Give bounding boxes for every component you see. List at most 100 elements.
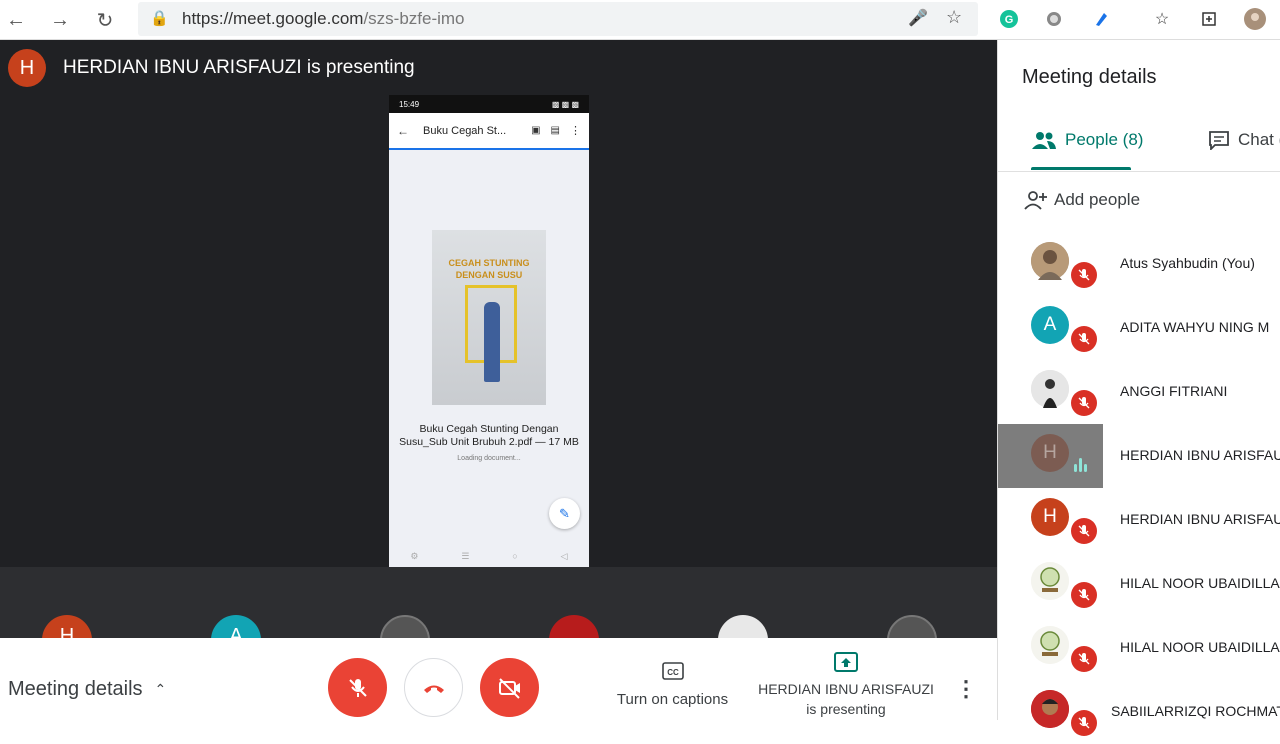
filmstrip-tile[interactable]	[549, 615, 599, 638]
filmstrip-tile[interactable]	[887, 615, 937, 638]
participant-row[interactable]: ANGGI FITRIANI	[998, 360, 1280, 424]
url-host: https://meet.google.com	[182, 9, 364, 28]
participant-row[interactable]: HILAL NOOR UBAIDILLAH	[998, 552, 1280, 616]
phone-comment-icon: ▣	[531, 125, 541, 136]
participant-name: ADITA WAHYU NING M	[1120, 319, 1270, 335]
add-people-label: Add people	[1054, 190, 1141, 209]
camera-off-icon	[498, 677, 520, 699]
participant-name: Atus Syahbudin (You)	[1120, 255, 1255, 271]
mic-muted-icon	[1071, 518, 1097, 544]
participant-row[interactable]: HILAL NOOR UBAIDILLAH	[998, 616, 1280, 680]
participant-avatar: A	[1031, 306, 1069, 344]
participant-name: HERDIAN IBNU ARISFAUZI	[1120, 511, 1280, 527]
participant-avatar	[1031, 562, 1069, 600]
phone-nav-home-icon: ○	[512, 551, 518, 561]
participant-avatar	[1031, 242, 1069, 280]
presenter-text: HERDIAN IBNU ARISFAUZI is presenting	[63, 57, 415, 78]
camera-toggle-button[interactable]	[480, 658, 539, 717]
mic-muted-icon	[1071, 326, 1097, 352]
lock-icon: 🔒	[150, 10, 169, 27]
captions-button[interactable]: CC Turn on captions	[610, 662, 735, 708]
file-name: Buku Cegah Stunting Dengan Susu_Sub Unit…	[399, 423, 579, 448]
extension-icon[interactable]	[1043, 8, 1065, 30]
mic-muted-icon	[1071, 262, 1097, 288]
person-add-icon	[1024, 191, 1047, 210]
presenting-label-1: HERDIAN IBNU ARISFAUZI	[758, 681, 934, 697]
presenting-button[interactable]: HERDIAN IBNU ARISFAUZI is presenting	[758, 652, 934, 719]
filmstrip-tile[interactable]: H	[42, 615, 92, 638]
reload-icon[interactable]: ↻	[91, 6, 119, 34]
panel-divider	[998, 171, 1280, 172]
favorites-icon[interactable]: ☆	[1151, 8, 1173, 30]
participant-avatar: H	[1031, 498, 1069, 536]
chat-icon	[1209, 131, 1229, 150]
participant-avatar	[1031, 370, 1069, 408]
captions-icon: CC	[661, 662, 684, 680]
tab-people-indicator	[1031, 167, 1131, 170]
filmstrip-tile[interactable]	[380, 615, 430, 638]
add-people-button[interactable]: Add people	[1024, 190, 1140, 210]
phone-status-icons: ▩ ▩ ▩	[551, 99, 579, 109]
participant-row[interactable]: Atus Syahbudin (You)	[998, 232, 1280, 296]
back-icon[interactable]: ←	[2, 6, 30, 34]
book-title-line2: DENGAN SUSU	[455, 270, 523, 280]
leave-call-button[interactable]	[404, 658, 463, 717]
phone-time: 15:49	[399, 99, 420, 109]
address-bar[interactable]: 🔒 https://meet.google.com/szs-bzfe-imo 🎤…	[138, 2, 978, 36]
panel-title: Meeting details	[1022, 66, 1157, 88]
meeting-details-button[interactable]: Meeting details ⌃	[8, 678, 166, 701]
svg-text:CC: CC	[667, 668, 679, 677]
phone-nav-bar: ⚙ ☰ ○ ◁	[389, 545, 589, 567]
participant-avatar	[1031, 626, 1069, 664]
pen-extension-icon[interactable]	[1090, 8, 1112, 30]
phone-title: Buku Cegah St...	[423, 124, 507, 137]
loading-text: Loading document...	[457, 455, 521, 462]
mic-icon[interactable]: 🎤	[908, 8, 928, 28]
star-icon[interactable]: ☆	[946, 7, 962, 28]
url-path: /szs-bzfe-imo	[363, 9, 465, 28]
filmstrip-tile[interactable]: A	[211, 615, 261, 638]
phone-doc-icon: ▤	[550, 125, 560, 136]
participant-row[interactable]: A ADITA WAHYU NING M	[998, 296, 1280, 360]
participant-name: SABIILARRIZQI ROCHMATU	[1111, 703, 1280, 719]
participant-list: Atus Syahbudin (You) A ADITA WAHYU NING …	[998, 232, 1280, 744]
participant-name: HILAL NOOR UBAIDILLAH	[1120, 639, 1280, 655]
phone-nav-settings-icon: ⚙	[410, 550, 419, 561]
collections-icon[interactable]	[1198, 8, 1220, 30]
phone-back-icon: ←	[397, 123, 409, 138]
bottom-control-bar: Meeting details ⌃ CC Turn on captions HE…	[0, 638, 997, 720]
meeting-details-label: Meeting details	[8, 678, 143, 700]
mic-muted-icon	[1071, 710, 1097, 736]
mic-toggle-button[interactable]	[328, 658, 387, 717]
participant-row[interactable]: SABIILARRIZQI ROCHMATU	[998, 680, 1280, 744]
filmstrip-tile[interactable]	[718, 615, 768, 638]
phone-nav-back-icon: ◁	[560, 550, 568, 561]
grammarly-icon[interactable]: G	[998, 8, 1020, 30]
phone-status-bar: 15:49 ▩ ▩ ▩	[389, 95, 589, 113]
meeting-details-panel: Meeting details People (8) Chat ( Add pe…	[997, 40, 1280, 736]
shared-screen: 15:49 ▩ ▩ ▩ ← Buku Cegah St... ▣ ▤ ⋮ CEG…	[389, 95, 589, 567]
tab-chat[interactable]: Chat (	[1208, 130, 1280, 150]
speaking-indicator-icon	[1074, 458, 1087, 472]
book-title-line1: CEGAH STUNTING	[448, 258, 530, 268]
participant-row[interactable]: H HERDIAN IBNU ARISFAUZI	[998, 488, 1280, 552]
participant-row-active[interactable]: H HERDIAN IBNU ARISFAUZI	[998, 424, 1280, 488]
participant-filmstrip: H A	[0, 567, 997, 638]
profile-avatar[interactable]	[1244, 8, 1266, 30]
url-text: https://meet.google.com/szs-bzfe-imo	[182, 9, 465, 29]
participant-name: ANGGI FITRIANI	[1120, 383, 1228, 399]
phone-more-icon: ⋮	[570, 125, 581, 137]
book-child-figure	[484, 302, 500, 382]
mic-muted-icon	[1071, 390, 1097, 416]
mic-muted-icon	[1071, 582, 1097, 608]
tab-chat-label: Chat (	[1238, 130, 1280, 149]
presenting-label-2: is presenting	[806, 701, 886, 717]
chevron-up-icon: ⌃	[154, 681, 167, 697]
more-options-icon[interactable]: ⋮	[955, 676, 977, 702]
forward-icon[interactable]: →	[46, 6, 74, 34]
svg-text:G: G	[1005, 14, 1014, 26]
participant-avatar	[1031, 690, 1069, 728]
participant-name: HERDIAN IBNU ARISFAUZI	[1103, 424, 1280, 488]
tab-people[interactable]: People (8)	[1031, 130, 1143, 150]
browser-toolbar: ← → ↻ 🔒 https://meet.google.com/szs-bzfe…	[0, 0, 1280, 40]
